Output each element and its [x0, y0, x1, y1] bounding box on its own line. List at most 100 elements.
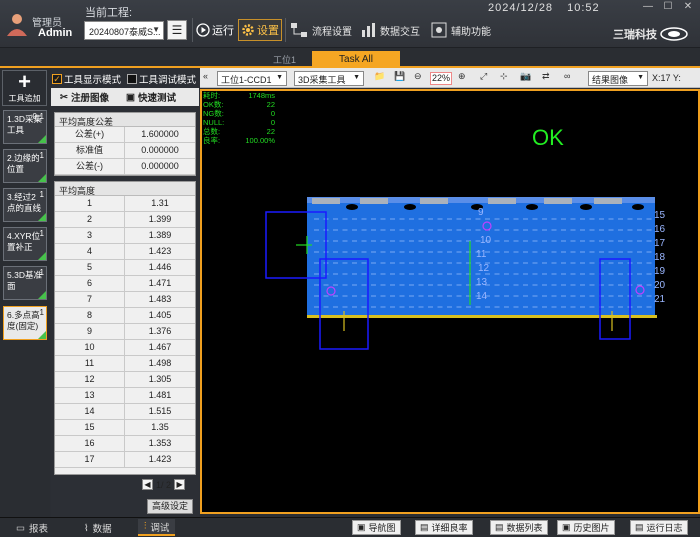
nav-debug[interactable]: ⫶ 调试	[138, 519, 176, 536]
logo-mark-icon	[660, 27, 688, 41]
table-row[interactable]: 3 1.389	[55, 228, 195, 244]
table-row[interactable]: 14 1.515	[55, 404, 195, 420]
nav-data[interactable]: ⌇ 数据	[84, 521, 112, 536]
data-exchange-button[interactable]: 数据交互	[360, 19, 420, 41]
tool-item-edge-position[interactable]: 1 2.边缘的位置	[3, 149, 47, 183]
history-images-button[interactable]: ▣ 历史图片	[557, 520, 615, 535]
aux-functions-button[interactable]: 辅助功能	[431, 19, 491, 41]
image-canvas[interactable]: 耗时: 1748ms OK数: 22 NG数: 0 NULL: 0 总数: 22 良率: 100.00…	[200, 89, 700, 514]
tool-item-line-2pt[interactable]: 1 3.经过2点的直线	[3, 188, 47, 222]
flow-settings-label: 流程设置	[312, 26, 352, 38]
maximize-icon[interactable]: ☐	[660, 1, 676, 13]
tool-item-multi-height[interactable]: 1 6.多点高度(固定)	[3, 306, 47, 340]
add-tool-button[interactable]: + 工具追加	[2, 70, 47, 106]
tool-item-xyr-correction[interactable]: 1 4.XYR位置补正	[3, 227, 47, 261]
debug-mode-checkbox[interactable]: 工具调试模式	[127, 72, 196, 86]
play-icon	[196, 23, 210, 37]
table-row[interactable]: 6 1.471	[55, 276, 195, 292]
param-value[interactable]: 0.000000	[125, 159, 195, 174]
prev-page-button[interactable]: ◀	[142, 479, 153, 490]
collapse-icon[interactable]: «	[203, 71, 208, 81]
table-row[interactable]: 9 1.376	[55, 324, 195, 340]
save-icon[interactable]: 💾	[394, 71, 405, 82]
settings-label: 设置	[257, 25, 279, 37]
table-row[interactable]: 10 1.467	[55, 340, 195, 356]
flow-settings-button[interactable]: 流程设置	[290, 19, 352, 41]
minimize-icon[interactable]: —	[640, 1, 656, 13]
bottom-bar: ▭ 报表 ⌇ 数据 ⫶ 调试 ▣ 导航图 ▤ 详细良率 ▤ 数据列表 ▣ 历史图片 ▤ 运行日志	[0, 517, 700, 537]
nav-map-button[interactable]: ▣ 导航图	[352, 520, 401, 535]
table-row[interactable]: 公差(-) 0.000000	[55, 159, 195, 175]
tool-select[interactable]: 3D采集工具 ▼	[294, 71, 364, 86]
table-row[interactable]: 5 1.446	[55, 260, 195, 276]
run-log-button[interactable]: ▤ 运行日志	[630, 520, 688, 535]
point-label: 12	[478, 263, 490, 274]
display-mode-checkbox[interactable]: ✓ 工具显示模式	[52, 72, 121, 86]
next-page-button[interactable]: ▶	[174, 479, 186, 490]
zoom-in-icon[interactable]: ⊕	[458, 71, 466, 82]
height-value: 1.389	[148, 230, 172, 240]
table-row[interactable]: 11 1.498	[55, 356, 195, 372]
heights-title: 平均高度	[55, 182, 195, 196]
chart-icon: ⌇	[84, 522, 89, 534]
point-index: 10	[55, 340, 125, 355]
user-info[interactable]: 管理员 Admin	[6, 12, 72, 42]
table-row[interactable]: 17 1.423	[55, 452, 195, 468]
table-row[interactable]: 4 1.423	[55, 244, 195, 260]
station-select[interactable]: 工位1-CCD1 ▼	[217, 71, 287, 86]
logo-text: 三瑞科技	[613, 29, 657, 41]
param-value[interactable]: 1.600000	[125, 127, 195, 142]
table-row[interactable]: 16 1.353	[55, 436, 195, 452]
table-row[interactable]: 7 1.483	[55, 292, 195, 308]
tab-task-all[interactable]: Task All	[312, 51, 400, 68]
table-row[interactable]: 12 1.305	[55, 372, 195, 388]
image-icon: ▣	[562, 522, 571, 532]
detailed-yield-button[interactable]: ▤ 详细良率	[415, 520, 473, 535]
run-log-label: 运行日志	[646, 523, 683, 533]
point-index: 14	[55, 404, 125, 419]
register-image-button[interactable]: ✂ 注册图像	[60, 89, 109, 105]
date-text: 2024/12/28	[488, 2, 554, 14]
tool-count: 0-1	[32, 112, 44, 121]
list-icon: ☰	[171, 23, 183, 37]
table-row[interactable]: 2 1.399	[55, 212, 195, 228]
table-row[interactable]: 1 1.31	[55, 196, 195, 212]
display-mode-label: 工具显示模式	[64, 75, 122, 86]
table-row[interactable]: 8 1.405	[55, 308, 195, 324]
checkbox-unchecked-icon	[127, 74, 137, 84]
table-row[interactable]: 标准值 0.000000	[55, 143, 195, 159]
run-button[interactable]: 运行	[196, 19, 238, 41]
tab-station-1[interactable]: 工位1	[273, 53, 296, 66]
zoom-out-icon[interactable]: ⊖	[414, 71, 422, 82]
param-value[interactable]: 0.000000	[125, 143, 195, 158]
close-icon[interactable]: ✕	[680, 1, 696, 13]
nav-report[interactable]: ▭ 报表	[16, 521, 48, 536]
tool-item-3d-plane[interactable]: 1 5.3D基准面	[3, 266, 47, 300]
gear-icon	[242, 24, 254, 36]
tool-count: 1	[39, 268, 44, 277]
zoom-level-input[interactable]: 22%	[430, 72, 452, 85]
table-row[interactable]: 13 1.481	[55, 388, 195, 404]
table-row[interactable]: 公差(+) 1.600000	[55, 127, 195, 143]
camera-icon[interactable]: 📷	[520, 71, 531, 82]
project-list-button[interactable]: ☰	[167, 20, 187, 40]
fit-screen-icon[interactable]: ⤢	[480, 71, 487, 82]
quick-test-button[interactable]: ▣ 快速测试	[126, 89, 176, 105]
cursor-coordinates: X:17 Y:	[652, 73, 681, 83]
project-select[interactable]: 20240807泰威S... ▼	[84, 21, 164, 40]
crosshair-icon[interactable]: ⊹	[500, 71, 508, 82]
result-image-select[interactable]: 结果图像 ▼	[588, 71, 648, 86]
tool-item-3d-capture[interactable]: 0-1 1.3D采集工具	[3, 110, 47, 144]
quick-test-label: 快速测试	[137, 93, 176, 104]
nav-report-label: 报表	[28, 524, 48, 535]
swap-icon[interactable]: ⇄	[542, 71, 550, 82]
height-value: 1.35	[151, 422, 169, 432]
point-label: 10	[480, 235, 492, 246]
link-icon[interactable]: ∞	[564, 71, 570, 81]
data-list-button[interactable]: ▤ 数据列表	[490, 520, 548, 535]
settings-button[interactable]: 设置	[238, 19, 282, 41]
table-row[interactable]: 15 1.35	[55, 420, 195, 436]
folder-open-icon[interactable]: 📁	[374, 71, 385, 82]
height-value: 1.483	[148, 294, 172, 304]
advanced-settings-button[interactable]: 高级设定	[147, 499, 193, 514]
